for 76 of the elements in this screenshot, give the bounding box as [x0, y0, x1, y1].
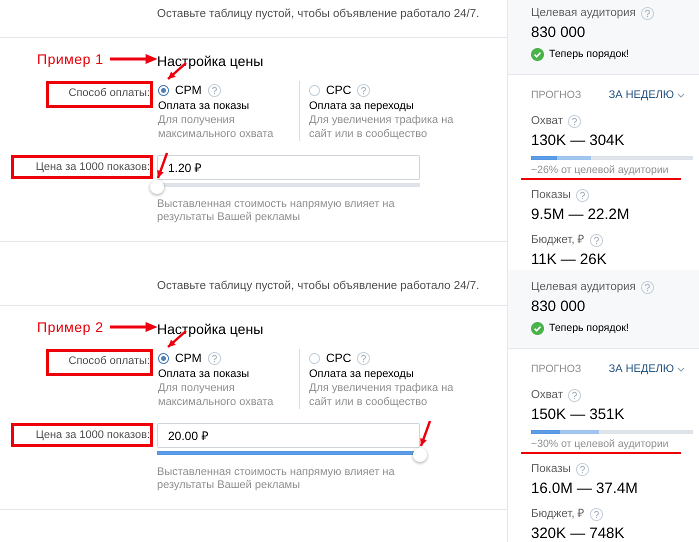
radio-button[interactable] — [309, 352, 320, 364]
audience-value: 830 000 — [531, 297, 586, 317]
metric-label: Охват — [531, 114, 563, 129]
metric-label: Охват — [531, 388, 563, 403]
field-label: Цена за 1000 показов: — [10, 423, 153, 447]
option-description: Для увеличения трафика на сайт или в сообщество — [309, 381, 454, 409]
option-description: Для получения максимального охвата — [158, 381, 274, 409]
metric-label: Бюджет, ₽ — [531, 507, 585, 522]
section-title: Настройка цены — [157, 52, 264, 71]
help-icon[interactable] — [208, 84, 221, 96]
chevron-icon — [677, 92, 685, 98]
metric-value: 320K — 748K — [531, 524, 626, 542]
forecast-title: ПРОГНОЗ — [531, 89, 582, 101]
option-description: Для получения максимального охвата — [158, 113, 274, 141]
help-icon[interactable] — [640, 6, 654, 20]
metric-label: Целевая аудитория — [531, 280, 636, 295]
annotation-arrow — [110, 54, 157, 64]
help-icon[interactable] — [576, 462, 589, 476]
metric-value: 150K — 351K — [531, 405, 626, 425]
metric-label: Показы — [531, 188, 571, 203]
option-name: CPC — [326, 83, 352, 97]
chevron-icon — [677, 366, 685, 372]
annotation-label: Пример 1 — [37, 51, 104, 67]
check-icon — [531, 48, 544, 60]
help-icon[interactable] — [357, 352, 370, 364]
price-field[interactable]: 1.20 ₽ — [157, 155, 420, 180]
check-icon — [531, 322, 544, 334]
section-title: Настройка цены — [157, 320, 264, 339]
metric-value: 16.0M — 37.4M — [531, 479, 639, 499]
radio-button[interactable] — [309, 84, 320, 96]
annotation-arrow — [110, 322, 157, 332]
option-caption: Оплата за показы — [158, 99, 250, 113]
annotation-arrow — [420, 420, 432, 446]
field-label: Способ оплаты: — [46, 349, 153, 376]
option-caption: Оплата за переходы — [309, 367, 415, 381]
schedule-hint: Оставьте таблицу пустой, чтобы объявление работало 24/7. — [0, 0, 507, 38]
reach-share: ~30% от целевой аудитории — [531, 437, 670, 452]
metric-value: 9.5M — 22.2M — [531, 205, 630, 225]
help-icon[interactable] — [208, 352, 221, 364]
slider-thumb[interactable] — [413, 448, 427, 462]
help-icon[interactable] — [590, 234, 603, 246]
option-caption: Оплата за показы — [158, 367, 250, 381]
option-caption: Оплата за переходы — [309, 99, 415, 113]
annotation-label: Пример 2 — [37, 319, 104, 335]
price-hint: Выставленная стоимость напрямую влияет на результаты Вашей рекламы — [157, 198, 396, 224]
help-icon[interactable] — [576, 188, 589, 202]
annotation-arrow — [156, 152, 168, 178]
reach-share: ~26% от целевой аудитории — [531, 163, 670, 178]
help-icon[interactable] — [357, 84, 370, 96]
help-icon[interactable] — [568, 114, 581, 128]
metric-value: 11K — 26K — [531, 250, 608, 270]
help-icon[interactable] — [590, 508, 603, 520]
metric-label: Целевая аудитория — [531, 6, 636, 21]
period-dropdown[interactable]: ЗА НЕДЕЛЮ — [608, 89, 685, 101]
status-text: Теперь порядок! — [549, 47, 629, 62]
help-icon[interactable] — [640, 280, 654, 294]
metric-label: Показы — [531, 462, 571, 477]
metric-label: Бюджет, ₽ — [531, 233, 585, 248]
slider-thumb[interactable] — [150, 180, 164, 194]
option-name: CPM — [175, 351, 202, 365]
forecast-title: ПРОГНОЗ — [531, 363, 582, 375]
help-icon[interactable] — [568, 388, 581, 402]
schedule-hint: Оставьте таблицу пустой, чтобы объявление работало 24/7. — [0, 270, 507, 306]
price-field[interactable]: 20.00 ₽ — [157, 423, 420, 448]
field-label: Цена за 1000 показов: — [10, 155, 153, 179]
option-name: CPC — [326, 351, 352, 365]
metric-value: 130K — 304K — [531, 131, 626, 151]
audience-value: 830 000 — [531, 23, 586, 43]
radio-button[interactable] — [158, 84, 169, 96]
field-label: Способ оплаты: — [46, 81, 153, 108]
option-name: CPM — [175, 83, 202, 97]
period-dropdown[interactable]: ЗА НЕДЕЛЮ — [608, 363, 685, 375]
price-hint: Выставленная стоимость напрямую влияет на результаты Вашей рекламы — [157, 466, 396, 492]
option-description: Для увеличения трафика на сайт или в сообщество — [309, 113, 454, 141]
status-text: Теперь порядок! — [549, 321, 629, 336]
radio-button[interactable] — [158, 352, 169, 364]
